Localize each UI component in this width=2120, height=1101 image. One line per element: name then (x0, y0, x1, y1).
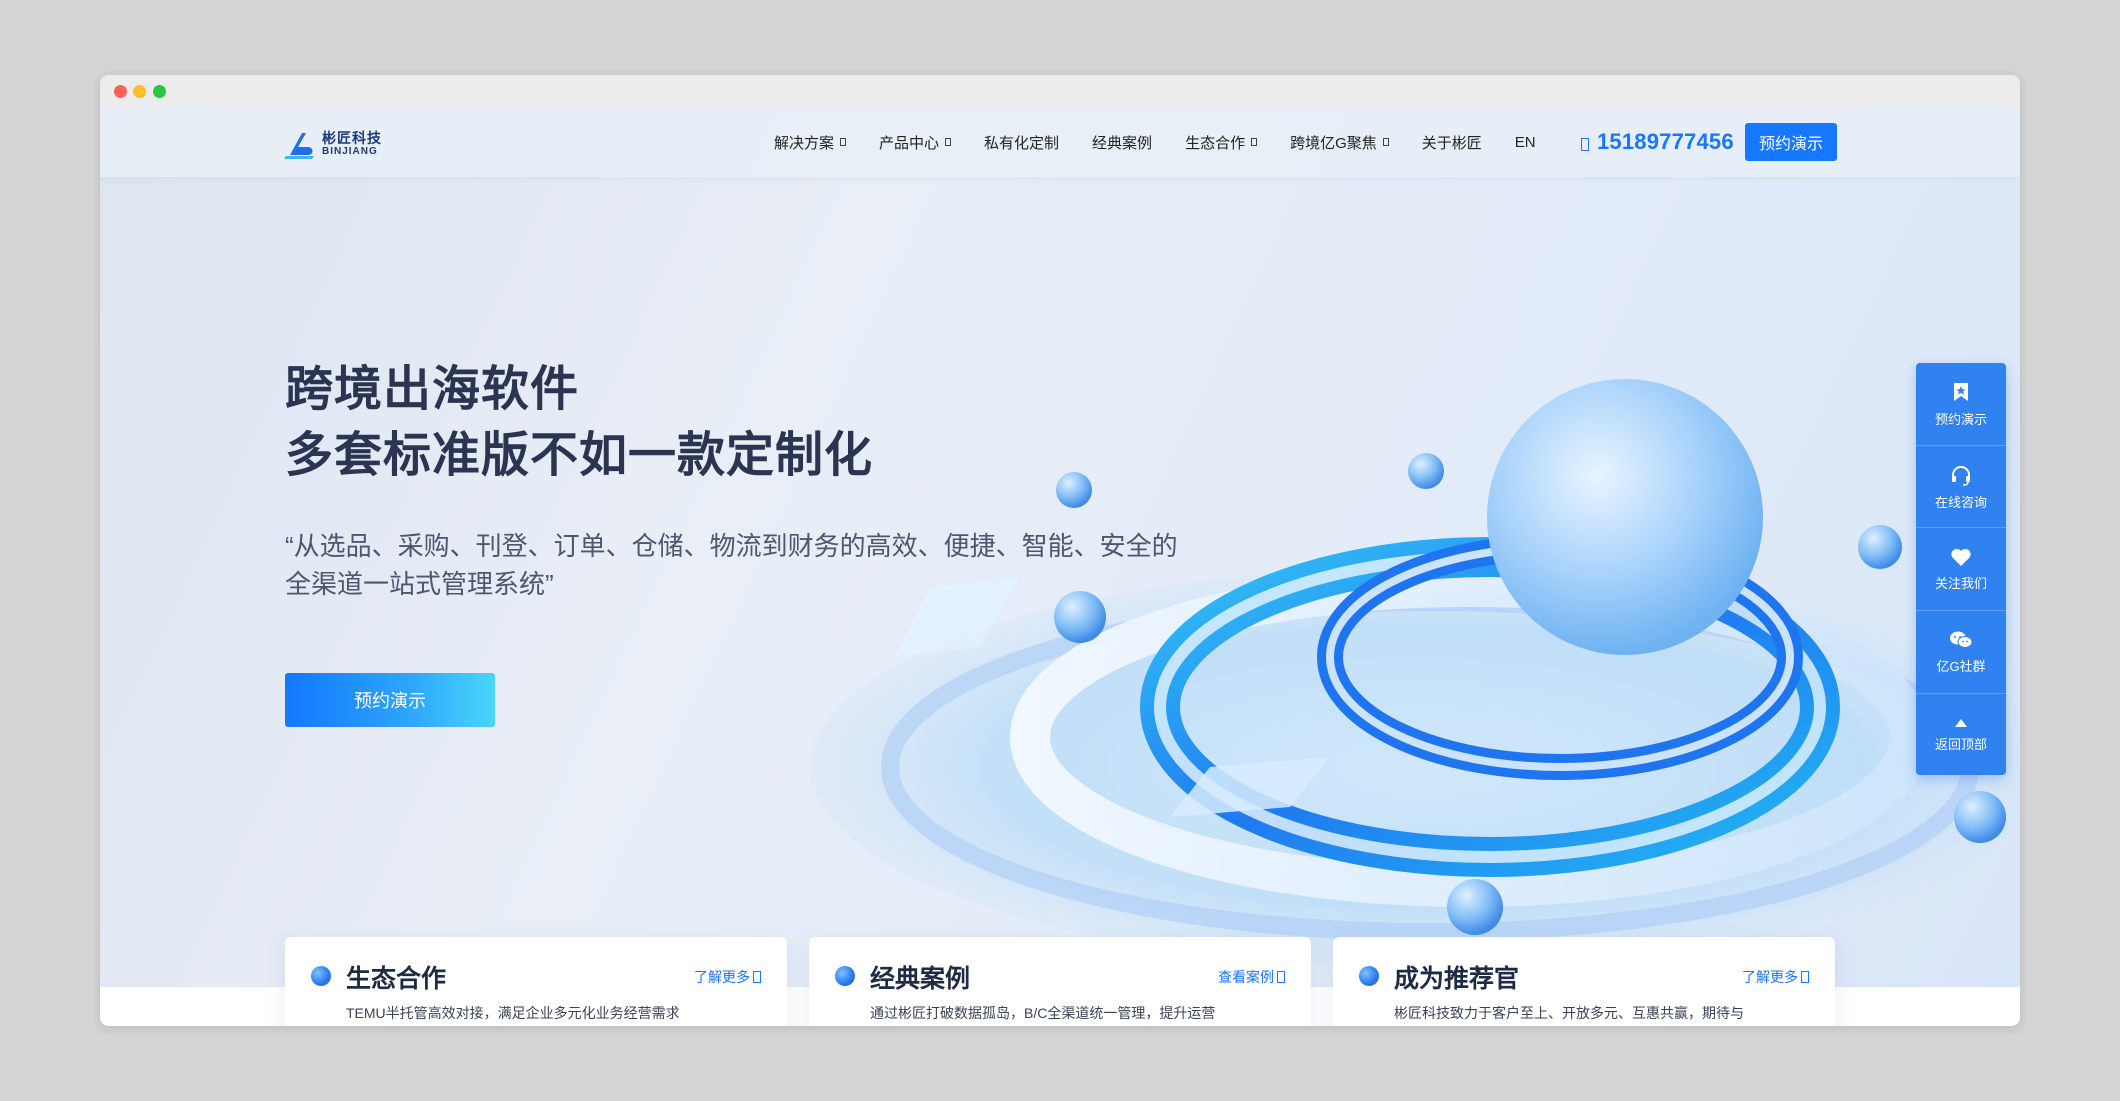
sidebar-item-label: 关注我们 (1934, 576, 1987, 591)
binjiang-logo-icon (284, 129, 318, 159)
site-header: 彬匠科技 BINJIANG 解决方案 产品中心 私有化定制 经典案例 生态合作 … (100, 107, 2020, 177)
sidebar-item-back-to-top[interactable]: 返回顶部 (1916, 718, 2006, 753)
nav-item-products[interactable]: 产品中心 (879, 132, 952, 153)
browser-window: 彬匠科技 BINJIANG 解决方案 产品中心 私有化定制 经典案例 生态合作 … (100, 75, 2020, 1026)
nav-item-label: EN (1514, 133, 1536, 151)
logo-text: 彬匠科技 BINJIANG (322, 131, 382, 157)
card-view-cases-link[interactable]: 查看案例 (1218, 967, 1285, 987)
nav-item-label: 关于彬匠 (1421, 134, 1482, 152)
nav-item-focus[interactable]: 跨境亿G聚焦 (1290, 132, 1389, 153)
card-learn-more-link[interactable]: 了解更多 (1742, 967, 1809, 987)
sidebar-divider (1916, 527, 2006, 528)
sidebar-divider (1916, 445, 2006, 446)
arrow-up-icon (1955, 719, 1967, 727)
card-orb-icon (835, 966, 855, 986)
phone-icon (1581, 137, 1589, 151)
sidebar-divider (1916, 693, 2006, 694)
sidebar-item-label: 亿G社群 (1936, 659, 1986, 674)
hero-title-line-1: 跨境出海软件 (285, 363, 580, 416)
hero-section: 彬匠科技 BINJIANG 解决方案 产品中心 私有化定制 经典案例 生态合作 … (100, 107, 2020, 987)
chevron-right-icon (1277, 971, 1285, 983)
card-cases[interactable]: 经典案例 查看案例 通过彬匠打破数据孤岛，B/C全渠道统一管理，提升运营 (809, 937, 1311, 1026)
sidebar-item-label: 预约演示 (1934, 412, 1987, 427)
card-description: TEMU半托管高效对接，满足企业多元化业务经营需求 (346, 1005, 680, 1021)
chevron-down-icon (1382, 138, 1389, 146)
hero-book-demo-button[interactable]: 预约演示 (285, 673, 495, 727)
main-nav: 解决方案 产品中心 私有化定制 经典案例 生态合作 跨境亿G聚焦 关于彬匠 EN (774, 107, 1572, 177)
book-demo-button[interactable]: 预约演示 (1745, 123, 1837, 161)
nav-item-solutions[interactable]: 解决方案 (774, 132, 847, 153)
chevron-down-icon (945, 138, 952, 146)
phone-number: 15189777456 (1597, 129, 1734, 154)
card-ecosystem[interactable]: 生态合作 了解更多 TEMU半托管高效对接，满足企业多元化业务经营需求 (285, 937, 787, 1026)
heart-icon (1951, 548, 1971, 566)
logo-english-name: BINJIANG (322, 146, 378, 157)
wechat-icon (1950, 631, 1973, 648)
hero-subtitle-line-2: 全渠道一站式管理系统” (285, 569, 554, 599)
card-description: 彬匠科技致力于客户至上、开放多元、互惠共赢，期待与 (1394, 1005, 1744, 1021)
sidebar-item-online-consult[interactable]: 在线咨询 (1916, 464, 2006, 511)
chevron-down-icon (1251, 138, 1258, 146)
sidebar-item-label: 返回顶部 (1934, 737, 1987, 752)
card-title: 成为推荐官 (1394, 965, 1520, 993)
nav-item-ecosystem[interactable]: 生态合作 (1185, 132, 1258, 153)
headset-icon (1952, 466, 1970, 486)
hero-subtitle: “从选品、采购、刊登、订单、仓储、物流到财务的高效、便捷、智能、安全的 全渠道一… (285, 527, 1205, 603)
nav-item-label: 私有化定制 (984, 134, 1060, 152)
nav-item-label: 解决方案 (774, 134, 835, 152)
nav-item-label: 生态合作 (1185, 134, 1246, 152)
sidebar-divider (1916, 610, 2006, 611)
hero-title-line-2: 多套标准版不如一款定制化 (285, 429, 874, 482)
hero-title: 跨境出海软件 多套标准版不如一款定制化 (285, 357, 873, 489)
card-title: 生态合作 (346, 965, 447, 993)
phone-contact[interactable]: 15189777456 (1581, 125, 1734, 159)
page-viewport: 彬匠科技 BINJIANG 解决方案 产品中心 私有化定制 经典案例 生态合作 … (100, 107, 2020, 1026)
sidebar-item-label: 在线咨询 (1934, 495, 1987, 510)
card-orb-icon (1359, 966, 1379, 986)
minimize-window-button[interactable] (133, 85, 146, 98)
card-link-label: 了解更多 (694, 969, 750, 985)
hero-3d-rings-illustration (810, 379, 2020, 967)
nav-item-private-custom[interactable]: 私有化定制 (984, 132, 1059, 153)
nav-item-about[interactable]: 关于彬匠 (1422, 132, 1482, 153)
bookmark-star-icon (1954, 383, 1968, 401)
card-link-label: 查看案例 (1218, 969, 1274, 985)
sidebar-item-community[interactable]: 亿G社群 (1916, 630, 2006, 675)
card-referrer[interactable]: 成为推荐官 了解更多 彬匠科技致力于客户至上、开放多元、互惠共赢，期待与 (1333, 937, 1835, 1026)
nav-item-cases[interactable]: 经典案例 (1092, 132, 1152, 153)
floating-sidebar: 预约演示 在线咨询 关注我们 亿G社群 返回顶部 (1916, 363, 2006, 775)
chevron-down-icon (840, 138, 847, 146)
chevron-right-icon (1801, 971, 1809, 983)
nav-item-label: 经典案例 (1092, 134, 1153, 152)
sidebar-item-follow-us[interactable]: 关注我们 (1916, 547, 2006, 592)
maximize-window-button[interactable] (153, 85, 166, 98)
logo-chinese-name: 彬匠科技 (322, 130, 382, 146)
sidebar-item-book-demo[interactable]: 预约演示 (1916, 381, 2006, 428)
nav-item-language-en[interactable]: EN (1515, 134, 1536, 151)
close-window-button[interactable] (114, 85, 127, 98)
brand-logo[interactable]: 彬匠科技 BINJIANG (284, 129, 382, 159)
card-link-label: 了解更多 (1742, 969, 1798, 985)
chevron-right-icon (753, 971, 761, 983)
hero-subtitle-line-1: “从选品、采购、刊登、订单、仓储、物流到财务的高效、便捷、智能、安全的 (285, 531, 1178, 561)
card-orb-icon (311, 966, 331, 986)
card-title: 经典案例 (870, 965, 971, 993)
card-learn-more-link[interactable]: 了解更多 (694, 967, 761, 987)
window-titlebar (100, 75, 2020, 107)
nav-item-label: 产品中心 (879, 134, 940, 152)
card-description: 通过彬匠打破数据孤岛，B/C全渠道统一管理，提升运营 (870, 1005, 1216, 1021)
nav-item-label: 跨境亿G聚焦 (1290, 134, 1377, 152)
